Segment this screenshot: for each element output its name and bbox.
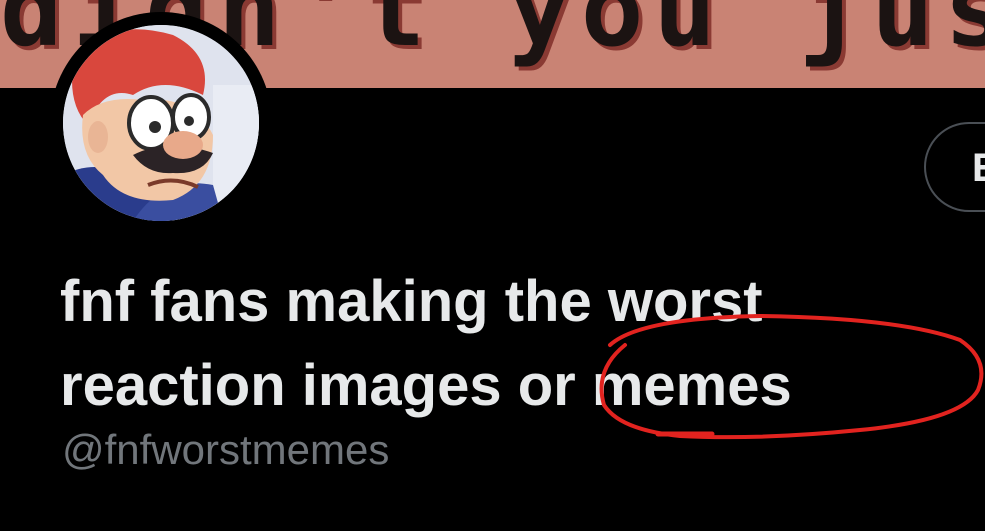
edit-profile-button[interactable]: E bbox=[924, 122, 985, 212]
display-name-line-1: fnf fans making the worst bbox=[60, 269, 763, 334]
display-name: fnf fans making the worst reaction image… bbox=[60, 260, 960, 428]
avatar[interactable] bbox=[63, 25, 259, 221]
profile-handle: @fnfworstmemes bbox=[62, 426, 390, 473]
profile-page: didn't you just E fnf fans making the wo… bbox=[0, 0, 985, 531]
edit-profile-label: E bbox=[972, 146, 985, 191]
display-name-line-2: reaction images or memes bbox=[60, 353, 792, 418]
